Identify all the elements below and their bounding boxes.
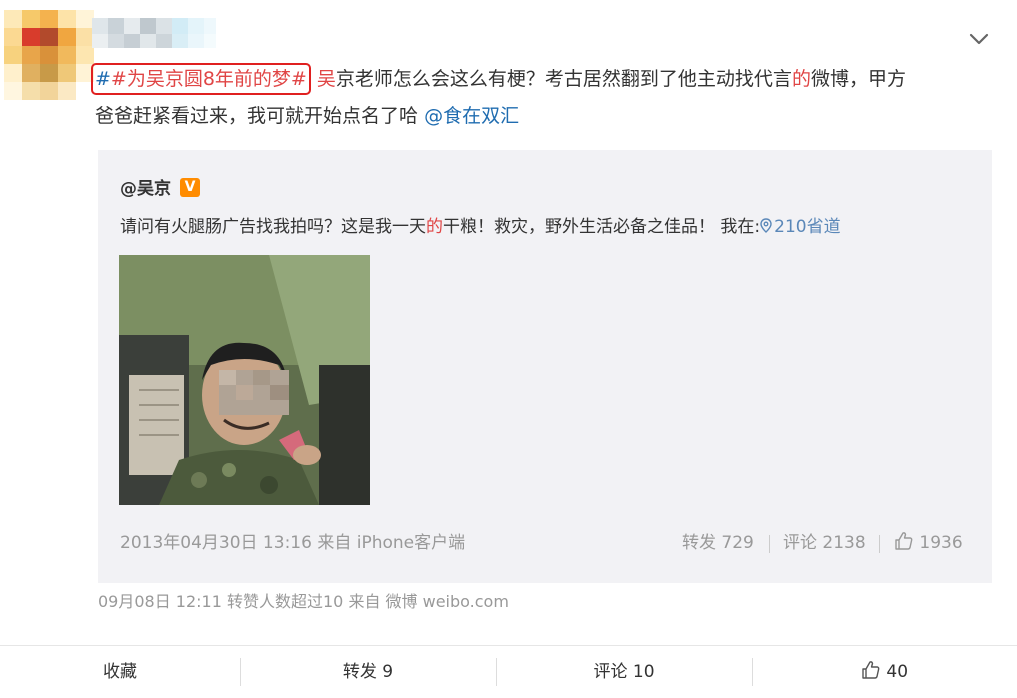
- original-meta: 2013年04月30日 13:16 来自 iPhone客户端: [120, 533, 466, 553]
- avatar-mosaic-cell: [40, 28, 58, 46]
- avatar-mosaic-cell: [58, 46, 76, 64]
- chevron-down-icon[interactable]: [966, 30, 992, 48]
- original-text-a: 请问有火腿肠广告找我拍吗？这是我一天: [120, 217, 426, 237]
- topic-hash[interactable]: #: [95, 68, 111, 90]
- avatar-mosaic-cell: [40, 10, 58, 28]
- username-mosaic-cell: [204, 18, 216, 34]
- avatar-mosaic-cell: [58, 64, 76, 82]
- original-repost-button[interactable]: 转发 729: [682, 530, 754, 556]
- location-link[interactable]: 210省道: [760, 217, 841, 237]
- avatar-mosaic-cell: [22, 46, 40, 64]
- username-mosaic-cell: [108, 18, 124, 34]
- username-mosaic-cell: [140, 34, 156, 48]
- avatar-mosaic-cell: [22, 64, 40, 82]
- comment-button[interactable]: 评论 10: [496, 646, 752, 696]
- location-pin-icon: [760, 218, 772, 233]
- avatar[interactable]: [0, 0, 96, 110]
- text-part2: 微博，甲方: [810, 68, 906, 90]
- avatar-mosaic-cell: [58, 10, 76, 28]
- avatar-mosaic-cell: [58, 28, 76, 46]
- avatar-mosaic-cell: [40, 82, 58, 100]
- avatar-mosaic-cell: [22, 10, 40, 28]
- post-photo[interactable]: [119, 255, 370, 505]
- thumbs-up-icon: [862, 661, 880, 679]
- avatar-mosaic-cell: [58, 82, 76, 100]
- original-like-button[interactable]: 1936: [894, 530, 963, 556]
- avatar-mosaic-cell: [22, 28, 40, 46]
- username-mosaic-cell: [188, 34, 204, 48]
- username-mosaic-cell: [156, 18, 172, 34]
- username-mosaic-cell: [204, 34, 216, 48]
- action-bar: 收藏 转发 9 评论 10 40: [0, 646, 1017, 696]
- post-meta: 09月08日 12:11 转赞人数超过10 来自 微博 weibo.com: [98, 592, 509, 611]
- post-text: ##为吴京圆8年前的梦# 吴京老师怎么会这么有梗？考古居然翻到了他主动找代言的微…: [91, 61, 975, 135]
- topic-link[interactable]: #为吴京圆8年前的梦#: [111, 68, 307, 90]
- avatar-mosaic-cell: [40, 64, 58, 82]
- avatar-mosaic-cell: [22, 82, 40, 100]
- thumbs-up-icon: [895, 532, 913, 550]
- username-mosaic-cell: [140, 18, 156, 34]
- original-like-count: 1936: [919, 533, 963, 553]
- separator: [879, 535, 880, 553]
- avatar-mosaic-cell: [4, 64, 22, 82]
- username-mosaic-cell: [124, 34, 140, 48]
- original-author-link[interactable]: @吴京: [120, 177, 171, 201]
- separator: [769, 535, 770, 553]
- avatar-mosaic-cell: [4, 28, 22, 46]
- username-mosaic-cell: [92, 34, 108, 48]
- original-text-b: 干粮！救灾，野外生活必备之佳品！ 我在:: [443, 217, 761, 237]
- original-text-de: 的: [426, 217, 443, 237]
- text-line2: 爸爸赶紧看过来，我可就开始点名了哈: [95, 105, 419, 127]
- avatar-mosaic-cell: [4, 10, 22, 28]
- text-de-highlight: 的: [791, 68, 811, 90]
- username-mosaic-cell: [172, 34, 188, 48]
- original-comment-button[interactable]: 评论 2138: [783, 530, 866, 556]
- location-label[interactable]: 210省道: [774, 217, 840, 237]
- like-count: 40: [886, 662, 909, 682]
- username-mosaic-cell: [172, 18, 188, 34]
- avatar-mosaic-cell: [76, 46, 94, 64]
- topic-highlight-box[interactable]: ##为吴京圆8年前的梦#: [91, 63, 311, 95]
- mention-link[interactable]: @食在双汇: [424, 105, 519, 127]
- username-mosaic[interactable]: [92, 18, 216, 48]
- favorite-button[interactable]: 收藏: [0, 646, 240, 696]
- like-button[interactable]: 40: [752, 646, 1017, 696]
- username-mosaic-cell: [124, 18, 140, 34]
- username-mosaic-cell: [108, 34, 124, 48]
- original-actions: 转发 729 评论 2138 1936: [640, 530, 970, 558]
- avatar-mosaic-cell: [4, 46, 22, 64]
- repost-button[interactable]: 转发 9: [240, 646, 496, 696]
- original-text: 请问有火腿肠广告找我拍吗？这是我一天的干粮！救灾，野外生活必备之佳品！ 我在: 2…: [120, 213, 841, 241]
- username-mosaic-cell: [156, 34, 172, 48]
- text-part1: 京老师怎么会这么有梗？考古居然翻到了他主动找代言: [335, 68, 792, 90]
- username-mosaic-cell: [188, 18, 204, 34]
- avatar-mosaic-cell: [40, 46, 58, 64]
- verified-badge-icon: V: [180, 178, 200, 197]
- username-mosaic-cell: [92, 18, 108, 34]
- avatar-mosaic-cell: [4, 82, 22, 100]
- text-name-highlight: 吴: [316, 68, 336, 90]
